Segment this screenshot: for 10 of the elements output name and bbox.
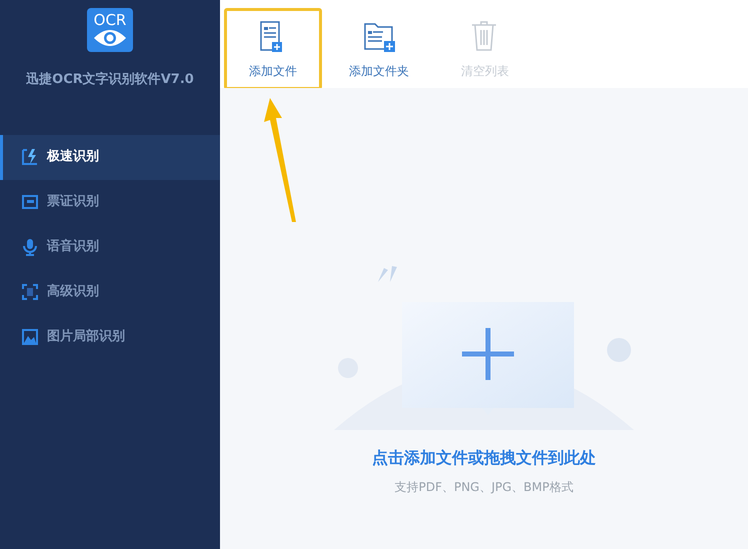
drop-zone-hint: 支持PDF、PNG、JPG、BMP格式 [394,479,574,496]
drop-zone-heading: 点击添加文件或拖拽文件到此处 [372,447,596,469]
sidebar-item[interactable]: 图片局部识别 [0,314,220,360]
sidebar-item[interactable]: 极速识别 [0,134,220,180]
sidebar-item[interactable]: 高级识别 [0,270,220,314]
sidebar-item[interactable]: 语音识别 [0,224,220,270]
app-title: 迅捷OCR文字识别软件V7.0 [26,70,194,89]
sidebar-item[interactable]: 票证识别 [0,180,220,224]
logo-text: OCR [94,12,126,28]
add-folder-button[interactable]: 添加文件夹 [330,8,428,90]
